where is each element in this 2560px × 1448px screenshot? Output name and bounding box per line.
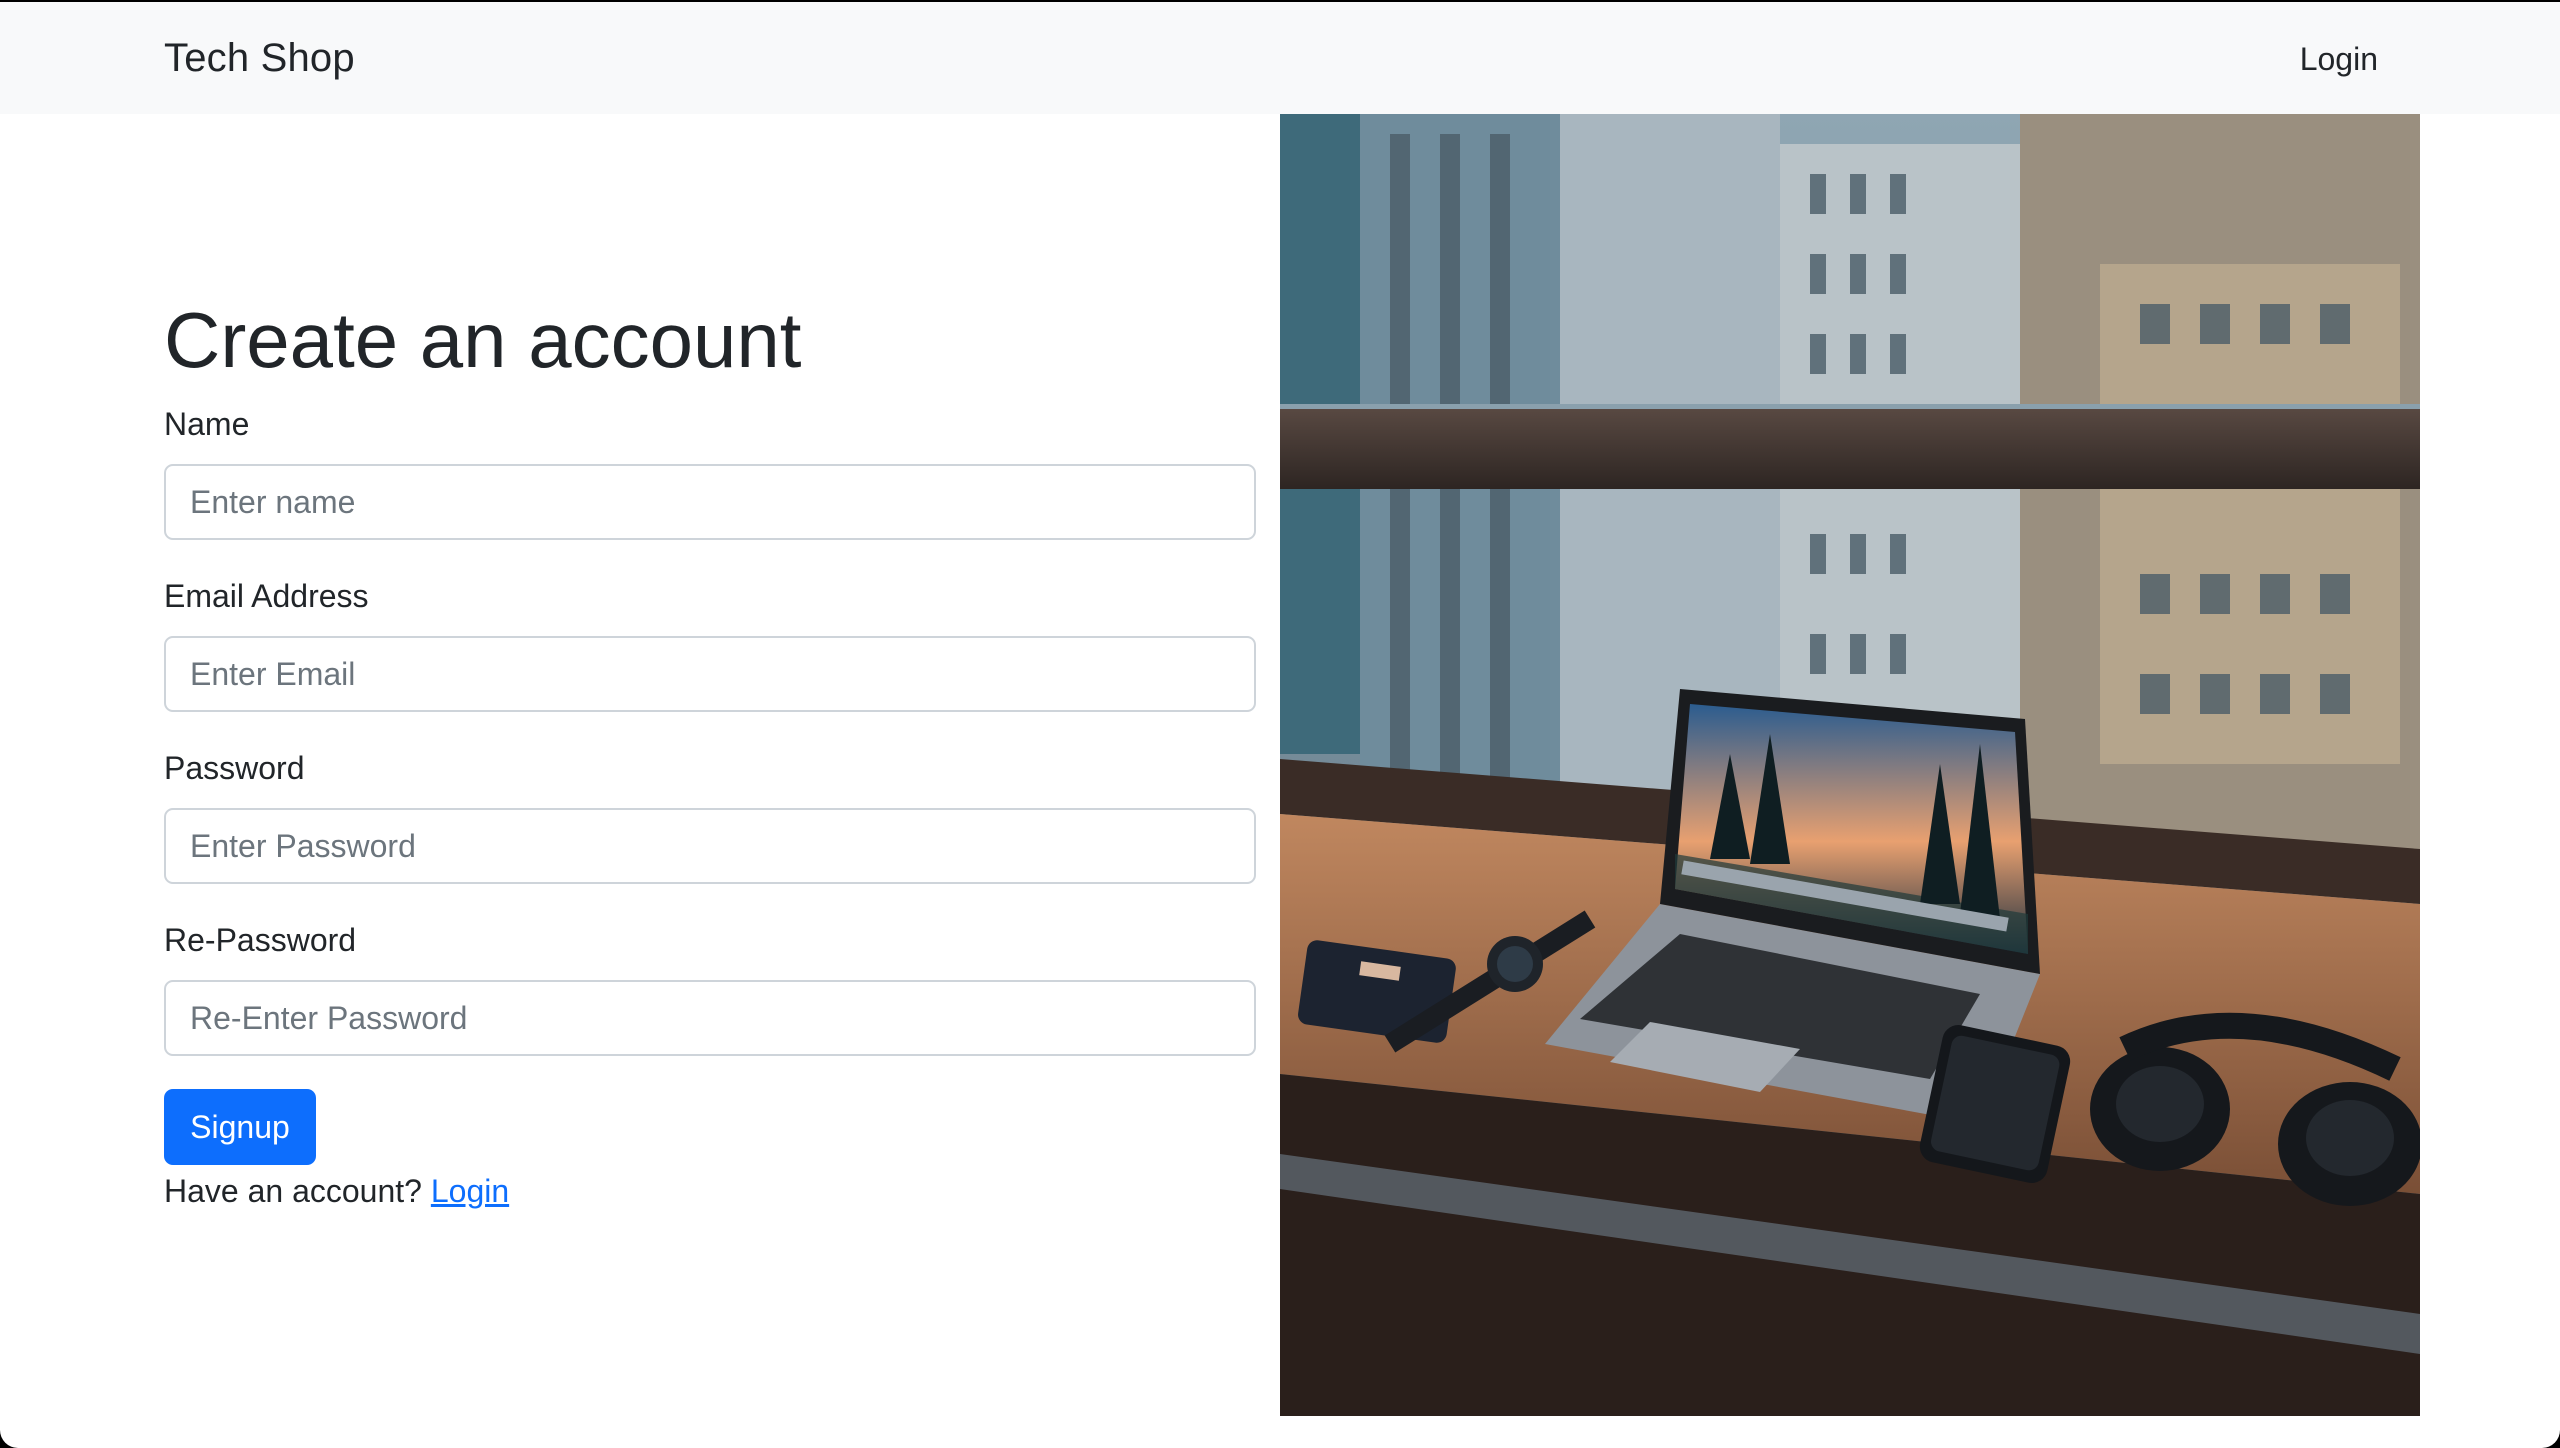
name-label: Name bbox=[164, 406, 250, 442]
navbar: Tech Shop Login bbox=[0, 2, 2560, 114]
page-title: Create an account bbox=[164, 296, 802, 384]
repassword-input[interactable] bbox=[164, 980, 1256, 1056]
hero-image bbox=[1280, 114, 2420, 1416]
repassword-label: Re-Password bbox=[164, 922, 357, 958]
login-prompt: Have an account? Login bbox=[164, 1170, 509, 1212]
name-input[interactable] bbox=[164, 464, 1256, 540]
password-input[interactable] bbox=[164, 808, 1256, 884]
nav-login-link[interactable]: Login bbox=[2300, 38, 2378, 80]
brand-link[interactable]: Tech Shop bbox=[164, 32, 355, 84]
login-prompt-text: Have an account? bbox=[164, 1173, 422, 1209]
email-label: Email Address bbox=[164, 578, 369, 614]
password-label: Password bbox=[164, 750, 305, 786]
signup-button[interactable]: Signup bbox=[164, 1089, 316, 1165]
login-link[interactable]: Login bbox=[431, 1173, 509, 1209]
page: Tech Shop Login Create an account Name E… bbox=[0, 2, 2560, 1448]
email-input[interactable] bbox=[164, 636, 1256, 712]
